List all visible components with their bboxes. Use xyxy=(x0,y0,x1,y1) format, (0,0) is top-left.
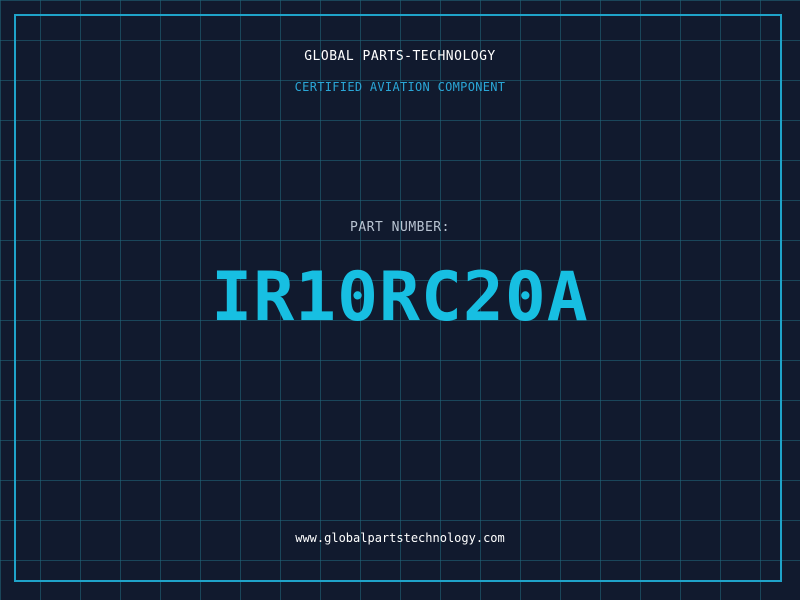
part-number-value: IR10RC20A xyxy=(211,258,589,337)
website-link[interactable]: www.globalpartstechnology.com xyxy=(0,531,800,545)
part-number-label: PART NUMBER: xyxy=(350,220,450,235)
company-name: GLOBAL PARTS-TECHNOLOGY xyxy=(304,49,496,64)
certification-subtitle: CERTIFIED AVIATION COMPONENT xyxy=(294,80,506,94)
blueprint-canvas: GLOBAL PARTS-TECHNOLOGY CERTIFIED AVIATI… xyxy=(0,0,800,600)
